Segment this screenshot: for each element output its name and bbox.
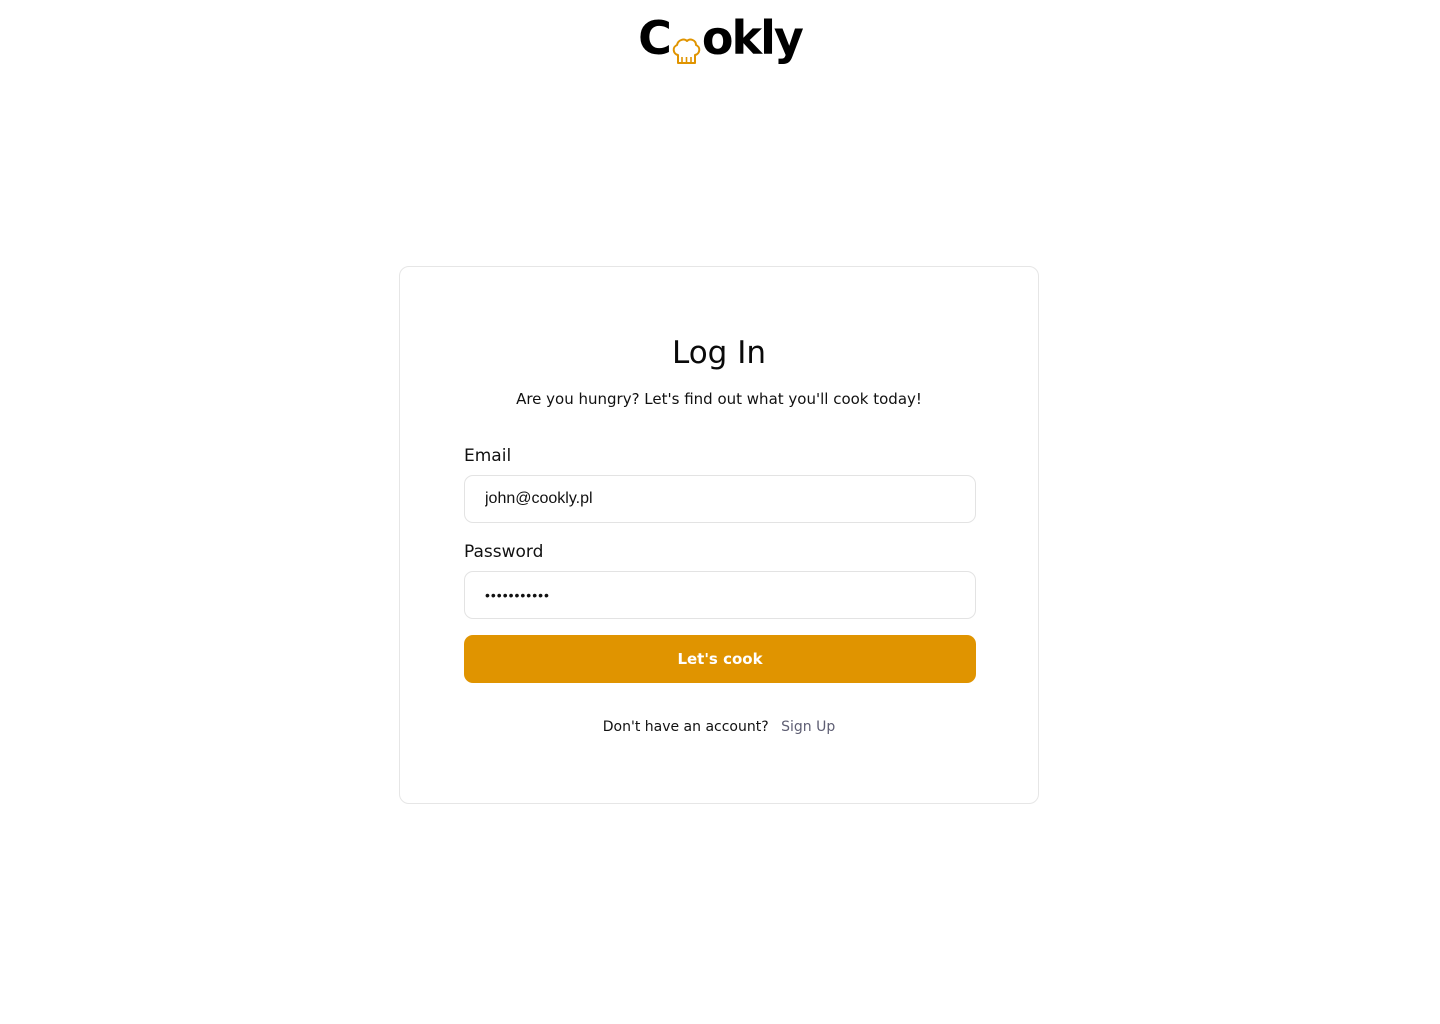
email-label: Email bbox=[464, 446, 512, 466]
login-card: Log In Are you hungry? Let's find out wh… bbox=[399, 266, 1039, 804]
email-field[interactable] bbox=[464, 475, 976, 523]
page-subtitle: Are you hungry? Let's find out what you'… bbox=[516, 390, 922, 408]
signup-row: Don't have an account? Sign Up bbox=[400, 717, 1038, 737]
logo-text-start: C bbox=[638, 11, 672, 65]
sign-up-link[interactable]: Sign Up bbox=[781, 719, 835, 735]
password-label: Password bbox=[464, 542, 544, 562]
signup-prompt: Don't have an account? bbox=[602, 719, 769, 735]
logo-text-end: okly bbox=[701, 11, 804, 65]
chef-hat-icon bbox=[671, 25, 701, 64]
header: C okly bbox=[0, 10, 1440, 70]
cookly-logo[interactable]: C okly bbox=[638, 10, 804, 66]
lets-cook-button[interactable]: Let's cook bbox=[464, 635, 976, 683]
password-field[interactable] bbox=[464, 571, 976, 619]
page-title: Log In bbox=[671, 335, 766, 371]
